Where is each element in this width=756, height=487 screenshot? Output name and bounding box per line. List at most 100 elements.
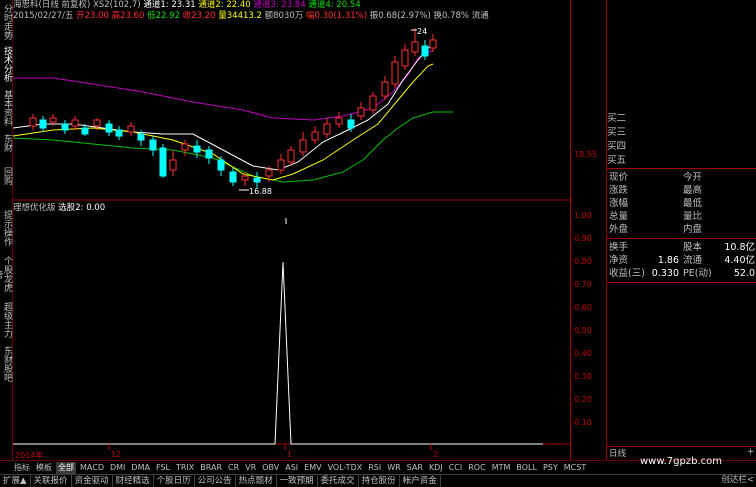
status-item[interactable]: 委托成交 [318, 475, 359, 487]
candle-body [61, 123, 69, 131]
stat-label: 换手 [609, 242, 629, 253]
low-annotation: 16.88 [249, 187, 272, 196]
stat-value: 4.40亿 [724, 255, 755, 266]
time-axis-ticks [108, 444, 432, 450]
indicator-tab[interactable]: SAR [405, 462, 425, 474]
indicator-tab[interactable]: RSI [366, 462, 383, 474]
status-item[interactable]: 热点题材 [236, 475, 277, 487]
vtab-super-main[interactable]: 超级主力 [0, 300, 12, 340]
indicator-name: 理想优化版 [13, 203, 56, 213]
indicator-tab[interactable]: DMA [129, 462, 152, 474]
candle-body [323, 123, 331, 135]
stat-label: 收益(三) [609, 268, 645, 279]
candle-body [127, 125, 135, 133]
candle-body [357, 107, 365, 117]
candle-body [49, 117, 57, 123]
status-item[interactable]: 扩展▲ [0, 475, 31, 487]
ind-tick: 0.90 [574, 234, 592, 243]
kline-svg[interactable]: 24 16.88 [13, 0, 570, 460]
candle-body [369, 95, 377, 111]
status-item[interactable]: 帐户资金 [400, 475, 441, 487]
indicator-tab[interactable]: MACD [78, 462, 106, 474]
price-axis: 18.55 1.00 0.90 0.80 0.70 0.60 0.50 0.40… [570, 0, 606, 460]
vtab-forum[interactable]: 东财股吧 [0, 344, 12, 384]
candle-body [29, 117, 37, 127]
vtab-minute-chart[interactable]: 分时走势 [0, 4, 12, 40]
status-item[interactable]: 一致预期 [277, 475, 318, 487]
indicator-tab[interactable]: TRIX [174, 462, 196, 474]
status-item[interactable]: 个股日历 [154, 475, 195, 487]
ind-tick: 0.20 [574, 395, 592, 404]
candle-body [115, 129, 123, 137]
candle-body [71, 119, 79, 127]
add-button[interactable]: + [747, 447, 754, 457]
indicator-tab[interactable]: ASI [283, 462, 300, 474]
time-label-12: 12 [111, 450, 122, 459]
status-item[interactable]: 公司公告 [195, 475, 236, 487]
status-item[interactable]: 资金驱动 [72, 475, 113, 487]
status-right[interactable]: 创达栏< [721, 474, 754, 486]
stat-value: 1.86 [657, 255, 679, 266]
quote-label: 涨跌 [609, 185, 629, 196]
indicator-header: 理想优化版 选股2: 0.00 [13, 203, 105, 214]
stat-label: 流通 [683, 255, 703, 266]
status-item[interactable]: 关联报价 [31, 475, 72, 487]
indicator-tab[interactable]: 模板 [34, 462, 54, 474]
high-annotation: 24 [417, 27, 427, 36]
candle-body [421, 45, 429, 57]
vtab-technical-analysis[interactable]: 技术分析 [0, 44, 12, 84]
indicator-tab[interactable]: BOLL [514, 462, 539, 474]
candle-body [335, 117, 343, 125]
stat-label: PE(动) [683, 268, 712, 279]
candle-body [241, 175, 249, 181]
indicator-tab[interactable]: BRAR [198, 462, 224, 474]
vtab-dragon-tiger[interactable]: 个股龙虎榜 [0, 252, 12, 296]
ind-tick: 0.50 [574, 326, 592, 335]
candle-body [381, 81, 389, 97]
indicator-tab[interactable]: EMV [302, 462, 323, 474]
candle-body [193, 145, 201, 153]
candle-body [391, 61, 399, 85]
quote-row: 外盘 内盘 [607, 224, 756, 236]
indicator-tab[interactable]: FSL [154, 462, 172, 474]
stat-row: 换手 股本 10.8亿 [607, 242, 756, 254]
stat-label: 股本 [683, 242, 703, 253]
vtab-tips[interactable]: 提示操作 [0, 208, 12, 248]
indicator-tab[interactable]: VOL-TDX [326, 462, 365, 474]
candle-body [137, 133, 145, 141]
candle-body [217, 159, 225, 171]
indicator-spike [13, 261, 543, 445]
candle-body [311, 131, 319, 141]
indicator-tab[interactable]: ROC [466, 462, 487, 474]
ind-tick: 0.40 [574, 349, 592, 358]
indicator-tab[interactable]: PSY [541, 462, 560, 474]
indicator-tab[interactable]: 指标 [12, 462, 32, 474]
indicator-tab[interactable]: DMI [108, 462, 127, 474]
indicator-tab[interactable]: VR [243, 462, 258, 474]
stat-value: 0.330 [651, 268, 679, 279]
indicator-tab[interactable]: WR [385, 462, 402, 474]
indicator-tab[interactable]: MCST [562, 462, 588, 474]
status-item[interactable]: 财经精选 [113, 475, 154, 487]
time-label-1: 1 [287, 450, 293, 459]
indicator-tab[interactable]: CR [226, 462, 241, 474]
vertical-tab-strip: 分时走势 技术分析 基本资料 东财 回购 提示操作 个股龙虎榜 超级主力 东财股… [0, 0, 13, 460]
chart-area[interactable]: 海思科(日线 前复权) XS2(102,7) 通道1: 23.31 通道2: 2… [13, 0, 570, 460]
vtab-eastmoney[interactable]: 东财 [0, 132, 12, 154]
indicator-tab[interactable]: KDJ [427, 462, 445, 474]
indicator-tab[interactable]: CCI [447, 462, 465, 474]
indicator-tab[interactable]: OBV [260, 462, 281, 474]
vtab-fundamentals[interactable]: 基本资料 [0, 88, 12, 128]
indicator-tab[interactable]: 全部 [56, 461, 76, 474]
status-item[interactable]: 持仓股份 [359, 475, 400, 487]
indicator-tab[interactable]: MTM [490, 462, 513, 474]
quote-label: 总量 [609, 211, 629, 222]
candle-body [229, 171, 237, 183]
buy-level-5: 买五 [607, 155, 627, 166]
vtab-buyback[interactable]: 回购 [0, 164, 12, 188]
period-label[interactable]: 日线 [609, 447, 626, 459]
buy-level-2: 买二 [607, 113, 627, 124]
candle-body [159, 147, 167, 177]
candle-body [277, 159, 285, 171]
status-bar: 扩展▲ 关联报价 资金驱动 财经精选 个股日历 公司公告 热点题材 一致预期 委托成交 持仓股份帐… [0, 474, 756, 487]
